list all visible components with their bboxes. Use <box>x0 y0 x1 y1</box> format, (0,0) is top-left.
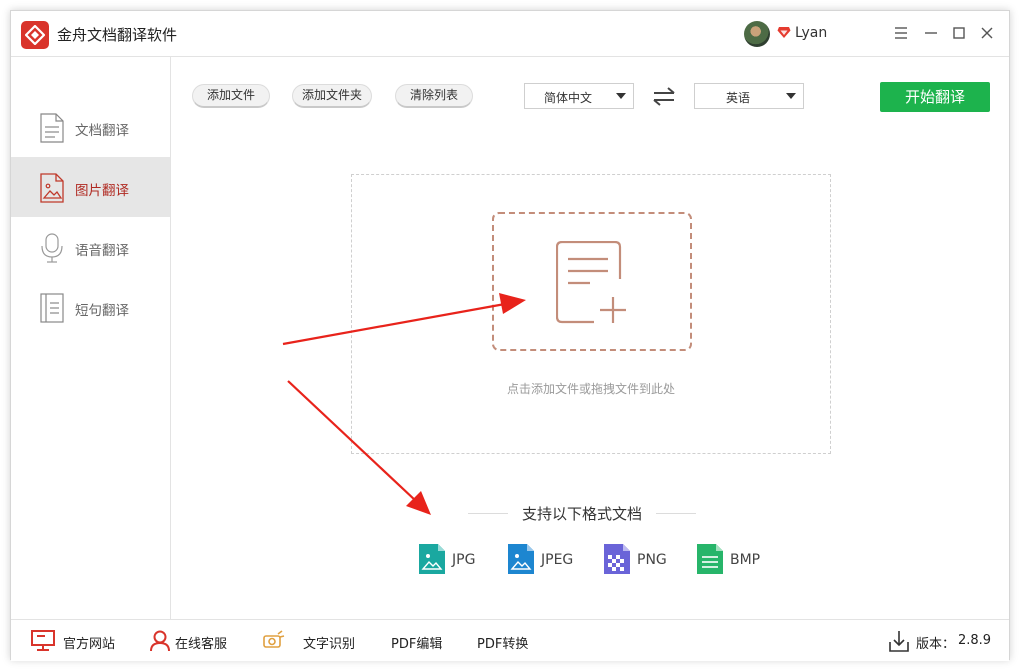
footer-bar: 官方网站 在线客服 文字识别 PDF编辑 PDF转换 版本： 2.8.9 <box>11 619 1009 661</box>
annotation-arrows <box>282 293 526 515</box>
online-support-link[interactable]: 在线客服 <box>149 620 239 662</box>
footer-label: 在线客服 <box>175 637 228 652</box>
monitor-icon <box>31 630 55 651</box>
footer-label: 官方网站 <box>63 637 116 652</box>
version-number: 2.8.9 <box>958 633 992 648</box>
footer-label: PDF转换 <box>477 637 529 652</box>
ocr-scan-icon <box>263 630 285 648</box>
version-info[interactable]: 版本： 2.8.9 <box>889 620 999 662</box>
version-label: 版本： <box>916 637 956 652</box>
official-website-link[interactable]: 官方网站 <box>31 620 121 662</box>
arrow-to-drop-target <box>282 293 526 346</box>
pdf-edit-link[interactable]: PDF编辑 <box>391 620 451 662</box>
arrow-to-formats <box>287 380 431 515</box>
ocr-link[interactable]: 文字识别 <box>261 620 361 662</box>
download-update-icon <box>889 631 909 652</box>
pdf-convert-link[interactable]: PDF转换 <box>477 620 537 662</box>
footer-label: 文字识别 <box>303 637 356 652</box>
app-window: 金舟文档翻译软件 Lyan 文档翻译 图片翻译 语音翻译 短句翻译 添加文件 添… <box>10 10 1010 661</box>
footer-label: PDF编辑 <box>391 637 443 652</box>
support-person-icon <box>150 630 170 652</box>
